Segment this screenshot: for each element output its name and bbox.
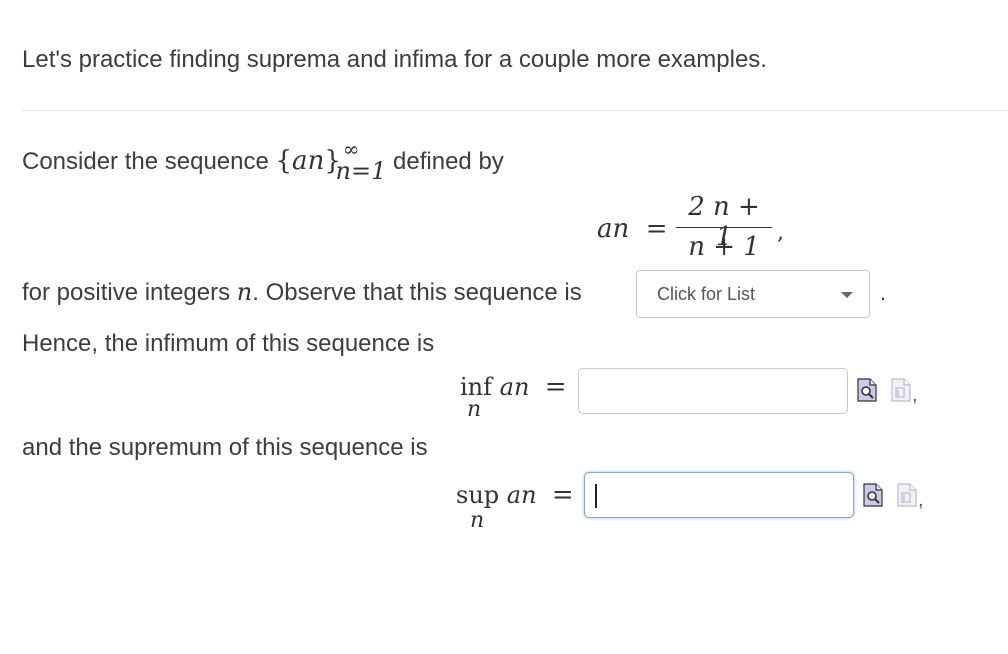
supremum-answer-input[interactable] xyxy=(584,472,854,518)
preview-answer-icon[interactable] xyxy=(863,483,883,507)
sup-subscript: n xyxy=(470,508,485,533)
chevron-down-icon xyxy=(841,292,853,298)
sequence-property-dropdown[interactable]: Click for List xyxy=(636,270,870,318)
period-mark: . xyxy=(880,280,887,305)
fraction-denominator: n + 1 xyxy=(688,232,760,262)
formula-comma: , xyxy=(777,220,784,245)
supremum-prompt-text: and the supremum of this sequence is xyxy=(22,434,428,461)
formula-fraction: 2 n + 1 n + 1 xyxy=(676,192,772,262)
infimum-prompt-text: Hence, the infimum of this sequence is xyxy=(22,330,435,357)
divider xyxy=(22,110,1008,111)
infimum-answer-input[interactable] xyxy=(578,368,848,414)
sequence-definition-text: Consider the sequence {an} ∞n=1 defined b… xyxy=(22,137,504,185)
observation-text: for positive integers n. Observe that th… xyxy=(22,278,582,306)
text-cursor xyxy=(595,484,597,508)
sup-comma: , xyxy=(918,489,924,511)
fraction-numerator: 2 n + 1 xyxy=(688,192,760,252)
formula-lhs: an = xyxy=(597,214,668,244)
dropdown-label: Click for List xyxy=(657,284,756,304)
sequence-symbol: {an} ∞n=1 xyxy=(275,137,387,185)
inf-subscript: n xyxy=(467,397,482,422)
inf-comma: , xyxy=(912,384,918,406)
sup-expression: sup an = xyxy=(456,480,574,510)
equation-editor-icon[interactable] xyxy=(897,483,917,507)
intro-text: Let's practice finding suprema and infim… xyxy=(22,46,767,73)
preview-answer-icon[interactable] xyxy=(857,378,877,402)
equation-editor-icon[interactable] xyxy=(891,378,911,402)
